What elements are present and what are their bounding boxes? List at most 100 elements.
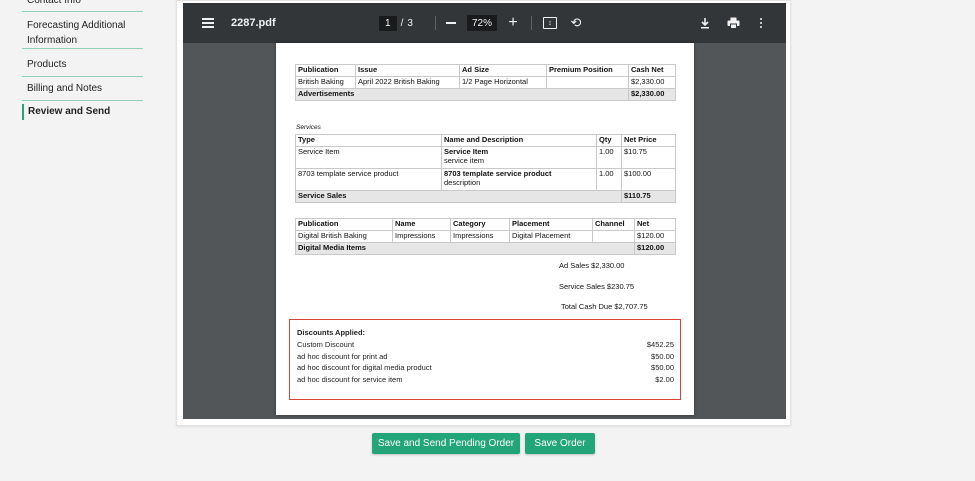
fit-page-icon[interactable]: ↕	[542, 3, 558, 43]
minus-icon[interactable]	[443, 3, 459, 43]
col-header: Cash Net	[628, 64, 676, 77]
total-row: Digital Media Items $120.00	[295, 242, 676, 255]
table-cell: Service Item	[295, 146, 442, 169]
save-order-button[interactable]: Save Order	[525, 433, 595, 454]
menu-icon[interactable]	[197, 3, 219, 43]
col-header: Qty	[596, 134, 622, 147]
wizard-steps-sidebar: Contact Info Forecasting Additional Info…	[22, 0, 143, 120]
ad-sales-summary: Ad Sales $2,330.00	[559, 261, 625, 270]
total-value: $2,330.00	[628, 88, 676, 101]
discount-label: Custom Discount	[297, 340, 355, 349]
col-header: Type	[295, 134, 442, 147]
pdf-preview-card: 2287.pdf 1 / 3 72% + ↕ ⟲ Publication Iss…	[176, 0, 791, 426]
col-header: Publication	[295, 218, 393, 231]
table-cell: $2,330.00	[628, 76, 676, 89]
table-cell: Digital British Baking	[295, 230, 393, 243]
discount-row: Custom Discount $452.25	[297, 340, 674, 349]
discount-value: $50.00	[651, 363, 674, 372]
col-header: Placement	[509, 218, 593, 231]
table-cell: Impressions	[392, 230, 451, 243]
table-row: British Baking April 2022 British Baking…	[295, 76, 676, 89]
discounts-title: Discounts Applied:	[297, 328, 366, 337]
total-label: Advertisements	[295, 88, 629, 101]
discount-value: $452.25	[646, 340, 674, 349]
col-header: Name and Description	[441, 134, 597, 147]
table-cell: Digital Placement	[509, 230, 593, 243]
page-number-input[interactable]: 1	[379, 15, 397, 31]
services-table: Type Name and Description Qty Net Price …	[295, 134, 676, 203]
toolbar-divider	[435, 16, 436, 30]
table-cell	[546, 76, 629, 89]
table-cell: 8703 template service product	[295, 168, 442, 191]
discount-label: ad hoc discount for digital media produc…	[297, 363, 432, 372]
table-cell: 1.00	[596, 168, 622, 191]
table-cell: $100.00	[621, 168, 676, 191]
more-vert-icon[interactable]	[754, 3, 768, 43]
table-cell: 8703 template service product description	[441, 168, 597, 191]
table-cell: April 2022 British Baking	[355, 76, 460, 89]
table-row: Digital British Baking Impressions Impre…	[295, 230, 676, 243]
table-row: 8703 template service product 8703 templ…	[295, 168, 676, 191]
service-desc: description	[444, 178, 481, 187]
discounts-applied-box: Discounts Applied: Custom Discount $452.…	[289, 319, 681, 400]
total-cash-due: Total Cash Due $2,707.75	[561, 302, 648, 311]
pdf-filename: 2287.pdf	[231, 17, 276, 29]
toolbar-divider	[531, 16, 532, 30]
advertisements-table: Publication Issue Ad Size Premium Positi…	[295, 64, 676, 101]
col-header: Net Price	[621, 134, 676, 147]
total-value: $120.00	[634, 242, 676, 255]
total-value: $110.75	[621, 190, 676, 203]
print-icon[interactable]	[724, 3, 742, 43]
step-contact-info[interactable]: Contact Info	[22, 0, 143, 12]
col-header: Ad Size	[459, 64, 547, 77]
table-cell: British Baking	[295, 76, 356, 89]
discount-row: ad hoc discount for service item $2.00	[297, 375, 674, 384]
page-separator: /	[400, 17, 404, 29]
step-billing-notes[interactable]: Billing and Notes	[22, 77, 143, 101]
page-total: 3	[407, 17, 413, 29]
table-cell	[592, 230, 635, 243]
total-label: Digital Media Items	[295, 242, 635, 255]
total-row: Service Sales $110.75	[295, 190, 676, 203]
discount-row: ad hoc discount for print ad $50.00	[297, 352, 674, 361]
service-name: Service Item	[444, 147, 489, 156]
digital-media-table: Publication Name Category Placement Chan…	[295, 218, 676, 255]
table-cell: Service Item service item	[441, 146, 597, 169]
services-caption: Services	[296, 124, 321, 131]
col-header: Issue	[355, 64, 460, 77]
col-header: Premium Position	[546, 64, 629, 77]
table-cell: $10.75	[621, 146, 676, 169]
service-desc: service item	[444, 156, 485, 165]
col-header: Publication	[295, 64, 356, 77]
step-products[interactable]: Products	[22, 54, 143, 77]
page-indicator: 1 / 3	[379, 3, 413, 43]
table-cell: 1/2 Page Horizontal	[459, 76, 547, 89]
step-forecasting[interactable]: Forecasting Additional Information	[22, 12, 143, 49]
discount-label: ad hoc discount for print ad	[297, 352, 388, 361]
col-header: Category	[450, 218, 510, 231]
download-icon[interactable]	[697, 3, 713, 43]
pdf-viewer[interactable]: 2287.pdf 1 / 3 72% + ↕ ⟲ Publication Iss…	[183, 3, 786, 419]
discount-value: $2.00	[655, 375, 674, 384]
discount-value: $50.00	[651, 352, 674, 361]
service-sales-summary: Service Sales $230.75	[559, 282, 635, 291]
zoom-input[interactable]: 72%	[467, 15, 497, 31]
total-label: Service Sales	[295, 190, 622, 203]
col-header: Channel	[592, 218, 635, 231]
discount-label: ad hoc discount for service item	[297, 375, 403, 384]
step-review-send[interactable]: Review and Send	[22, 104, 143, 120]
pdf-page: Publication Issue Ad Size Premium Positi…	[276, 43, 694, 415]
table-cell: $120.00	[634, 230, 676, 243]
total-row: Advertisements $2,330.00	[295, 88, 676, 101]
table-cell: 1.00	[596, 146, 622, 169]
table-row: Service Item Service Item service item 1.…	[295, 146, 676, 169]
discount-row: ad hoc discount for digital media produc…	[297, 363, 674, 372]
save-and-send-button[interactable]: Save and Send Pending Order	[372, 433, 520, 454]
pdf-toolbar: 2287.pdf 1 / 3 72% + ↕ ⟲	[183, 3, 786, 43]
col-header: Net	[634, 218, 676, 231]
service-name: 8703 template service product	[444, 169, 552, 178]
col-header: Name	[392, 218, 451, 231]
plus-icon[interactable]: +	[505, 3, 521, 43]
rotate-icon[interactable]: ⟲	[568, 3, 584, 43]
table-cell: Impressions	[450, 230, 510, 243]
